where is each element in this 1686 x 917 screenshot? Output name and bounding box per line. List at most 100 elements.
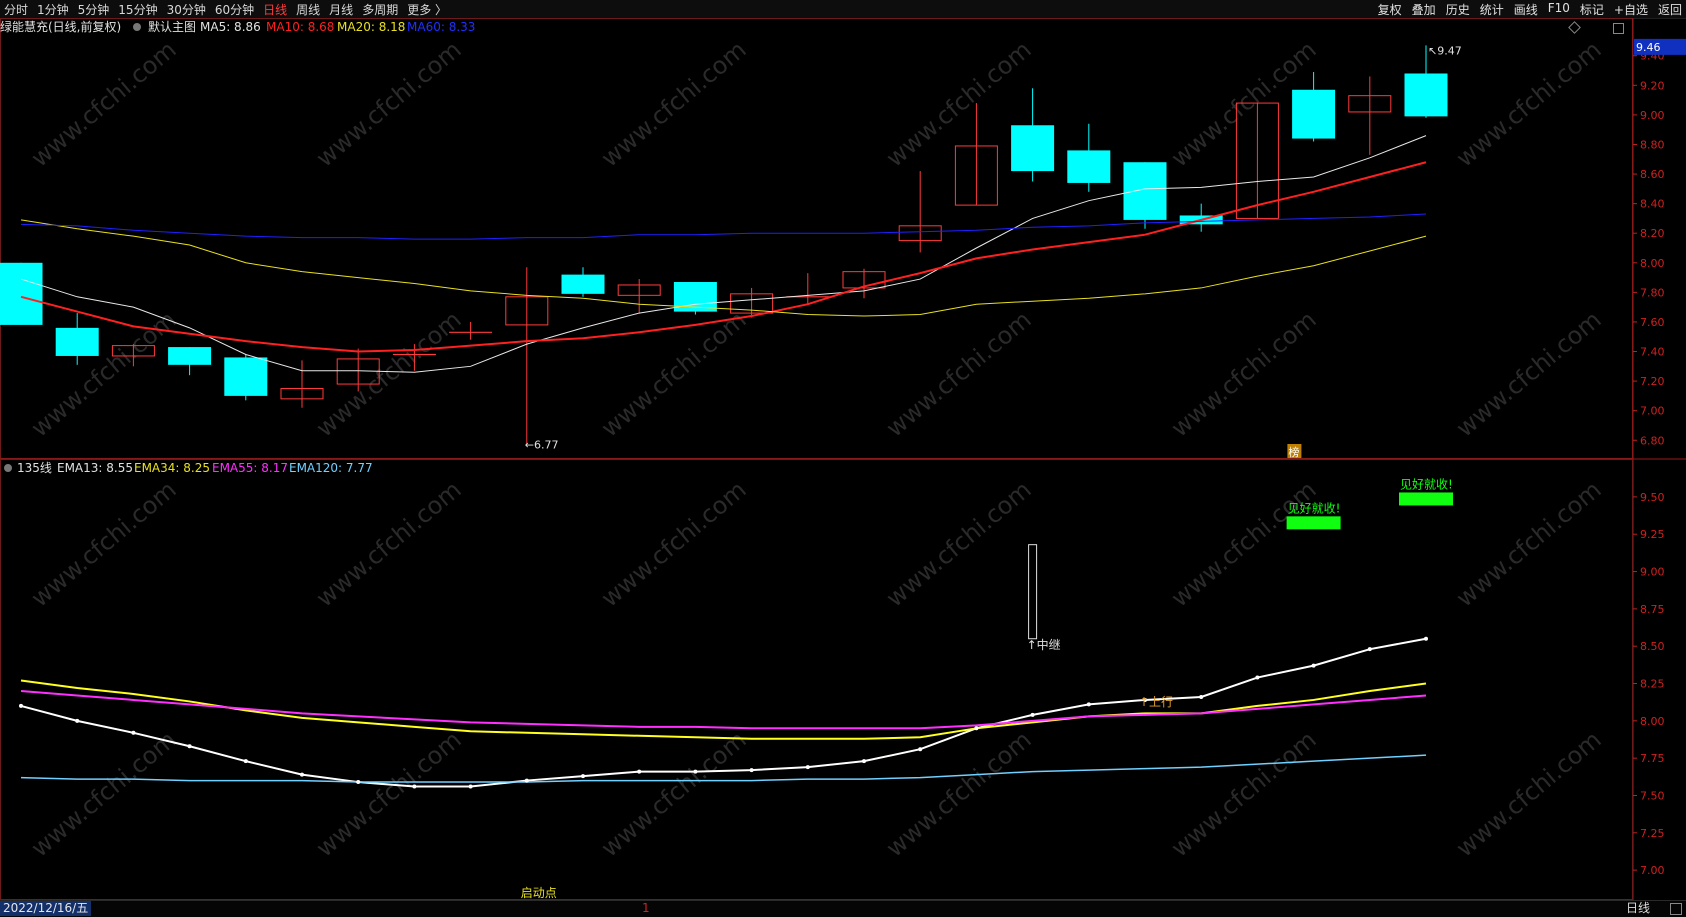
tool-button-7[interactable]: +自选 — [1614, 1, 1648, 18]
sub-axis-label: 7.75 — [1640, 752, 1665, 765]
sub-axis-label: 8.50 — [1640, 640, 1665, 653]
sub-axis-label: 7.00 — [1640, 864, 1665, 877]
candle-body — [168, 347, 212, 365]
main-axis-label: 7.20 — [1640, 375, 1665, 388]
sub-legend: 135线 EMA13: 8.55 EMA34: 8.25 EMA55: 8.17 EMA… — [4, 461, 373, 475]
current-price-label: 9.46 — [1636, 41, 1661, 54]
ema13-point — [581, 774, 585, 779]
period-tab-10[interactable]: 更多 〉 — [407, 1, 447, 18]
sub-axis-label: 8.25 — [1640, 678, 1665, 691]
ema13-point — [1086, 702, 1091, 707]
cursor-marker: 1 — [642, 901, 650, 915]
ema13-point — [187, 744, 192, 749]
main-legend: 绿能慧充(日线,前复权) 默认主图 MA5: 8.86 MA10: 8.68 MA20:… — [0, 19, 475, 34]
legend-ema120: EMA120: 7.77 — [289, 461, 373, 475]
ema13-point — [1255, 675, 1260, 680]
watermark-text: www.cfchi.com — [881, 475, 1037, 612]
main-axis-label: 7.60 — [1640, 316, 1665, 329]
ema13-point — [749, 768, 754, 773]
watermark-text: www.cfchi.com — [1451, 725, 1607, 862]
legend-ma10: MA10: 8.68 — [266, 20, 334, 34]
watermark-text: www.cfchi.com — [596, 475, 752, 612]
period-tab-8[interactable]: 月线 — [329, 1, 353, 18]
ema13-point — [1424, 636, 1428, 641]
watermark-text: www.cfchi.com — [26, 305, 182, 442]
tool-button-1[interactable]: 叠加 — [1412, 1, 1436, 18]
watermark-text: www.cfchi.com — [1166, 725, 1322, 862]
watermark-text: www.cfchi.com — [26, 35, 182, 172]
ema13-point — [1311, 663, 1316, 668]
period-tab-7[interactable]: 周线 — [296, 1, 320, 18]
sub-axis-label: 8.75 — [1640, 603, 1665, 616]
sub-axis-label: 8.00 — [1640, 715, 1665, 728]
watermark-text: www.cfchi.com — [26, 475, 182, 612]
candle-body — [224, 357, 268, 396]
high-price-label: ↖9.47 — [1428, 44, 1462, 57]
period-tab-0[interactable]: 分时 — [4, 1, 28, 18]
sub-panel-frame — [0, 458, 1686, 900]
main-axis-label: 8.00 — [1640, 257, 1665, 270]
sub-legend-icon — [4, 464, 12, 472]
window-toggle-icon[interactable] — [1613, 23, 1624, 34]
sub-axis-label: 7.50 — [1640, 789, 1665, 802]
period-label: 日线 — [1625, 901, 1650, 915]
main-axis-label: 9.00 — [1640, 109, 1665, 122]
signal-label: ↑上行 — [1139, 695, 1173, 709]
main-price-axis: 6.80 7.00 7.20 7.40 7.60 7.80 8.00 8.20 8.40 8.60… — [1633, 38, 1686, 447]
period-tab-9[interactable]: 多周期 — [362, 1, 398, 18]
fullscreen-icon[interactable] — [1670, 903, 1682, 915]
template-name: 默认主图 — [148, 19, 196, 34]
period-tab-2[interactable]: 5分钟 — [78, 1, 110, 18]
ema13-point — [974, 726, 979, 731]
sub-axis-label: 7.25 — [1640, 827, 1665, 840]
sub-axis-label: 9.00 — [1640, 566, 1665, 579]
tool-button-2[interactable]: 历史 — [1446, 1, 1470, 18]
watermark-text: www.cfchi.com — [881, 305, 1037, 442]
ema13-point — [131, 730, 136, 735]
watermark-text: www.cfchi.com — [881, 725, 1037, 862]
candle-body — [561, 274, 605, 294]
sub-title: 135线 — [17, 461, 52, 475]
ema13-point — [412, 784, 417, 789]
tool-button-3[interactable]: 统计 — [1480, 1, 1504, 18]
tool-button-6[interactable]: 标记 — [1580, 1, 1604, 18]
cursor-date: 2022/12/16/五 — [0, 901, 92, 916]
watermark-text: www.cfchi.com — [311, 305, 467, 442]
watermark-text: www.cfchi.com — [311, 725, 467, 862]
ema13-point — [524, 778, 529, 783]
sell-signal-label: 见好就收! — [1400, 477, 1453, 491]
period-tab-6[interactable]: 日线 — [263, 1, 287, 18]
tool-button-5[interactable]: F10 — [1548, 1, 1570, 18]
main-axis-label: 8.60 — [1640, 168, 1665, 181]
tool-button-4[interactable]: 画线 — [1514, 1, 1538, 18]
ema13-point — [300, 772, 304, 777]
main-axis-label: 8.20 — [1640, 227, 1665, 240]
tool-button-8[interactable]: 返回 — [1658, 1, 1682, 18]
watermark-text: www.cfchi.com — [311, 35, 467, 172]
candle-body — [0, 262, 43, 325]
candle-body — [1292, 89, 1336, 139]
legend-ma5: MA5: 8.86 — [200, 20, 261, 34]
list-marker: 榜 — [1288, 445, 1299, 459]
signal-label: ↑中继 — [1027, 637, 1061, 652]
period-tab-1[interactable]: 1分钟 — [37, 1, 69, 18]
ema13-point — [862, 759, 866, 764]
tool-button-0[interactable]: 复权 — [1378, 1, 1402, 18]
legend-ema13: EMA13: 8.55 — [57, 461, 133, 475]
period-tab-5[interactable]: 60分钟 — [215, 1, 254, 18]
sub-axis-label: 9.25 — [1640, 528, 1665, 541]
watermark-text: www.cfchi.com — [1166, 305, 1322, 442]
tool-buttons: 复权 叠加 历史 统计 画线 F10 标记 +自选 返回 — [1378, 1, 1682, 18]
period-tab-3[interactable]: 15分钟 — [118, 1, 157, 18]
legend-ema55: EMA55: 8.17 — [212, 461, 288, 475]
period-tab-4[interactable]: 30分钟 — [167, 1, 206, 18]
ema13-point — [356, 780, 361, 785]
candle-body — [1404, 73, 1448, 117]
legend-ema34: EMA34: 8.25 — [134, 461, 210, 475]
ema13-point — [75, 718, 80, 723]
candle-body — [1067, 150, 1111, 183]
stock-chart[interactable]: www.cfchi.com www.cfchi.com www.cfchi.com w… — [0, 18, 1686, 900]
watermark-text: www.cfchi.com — [1451, 305, 1607, 442]
watermark-text: www.cfchi.com — [26, 725, 182, 862]
ema13-point — [243, 759, 248, 764]
